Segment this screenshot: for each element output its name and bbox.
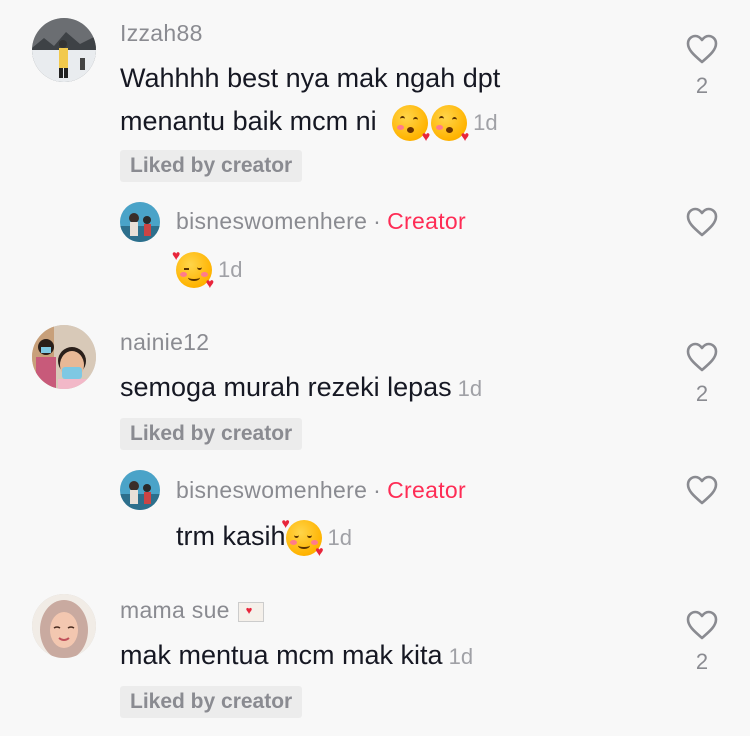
reply-username-text[interactable]: bisneswomenhere (176, 208, 367, 234)
reply-username[interactable]: bisneswomenhere · Creator (176, 208, 466, 235)
smiling-hearts-emoji: ♥ ♥ (172, 246, 214, 291)
comment-username[interactable]: nainie12 (120, 329, 209, 356)
comment-text-content: menantu baik mcm ni (120, 106, 377, 136)
like-count: 2 (695, 649, 709, 674)
commenter-avatar[interactable] (32, 325, 96, 389)
kissing-heart-emoji: ♥ (392, 104, 430, 143)
reply-avatar[interactable] (120, 470, 160, 510)
reply-avatar[interactable] (120, 202, 160, 242)
reply-username-text[interactable]: bisneswomenhere (176, 477, 367, 503)
reply-time: 1d (218, 257, 243, 282)
reply-text: ♥ ♥ 1d (172, 246, 243, 291)
comment-text: semoga murah rezeki lepas 1d (120, 366, 482, 410)
comment-time: 1d (457, 376, 483, 401)
comment-text-line2: menantu baik mcm ni ♥ ♥ 1d (120, 100, 498, 144)
liked-by-creator-badge: Liked by creator (120, 150, 303, 182)
comment-text: Wahhhh best nya mak ngah dpt (120, 63, 501, 93)
kissing-heart-emoji: ♥ (431, 104, 469, 143)
creator-tag: Creator (387, 208, 466, 234)
comment-username[interactable]: Izzah88 (120, 20, 203, 47)
comment-username[interactable]: mama sue ♥ (120, 597, 264, 624)
like-heart-icon[interactable] (685, 33, 719, 65)
comment-text-content: mak mentua mcm mak kita (120, 640, 443, 670)
comment-text-content: semoga murah rezeki lepas (120, 372, 452, 402)
reply-text-content: trm kasih (176, 521, 286, 551)
creator-tag: Creator (387, 477, 466, 503)
smiling-hearts-emoji: ♥ ♥ (281, 514, 324, 559)
comment-text: mak mentua mcm mak kita 1d (120, 634, 473, 678)
comment-time: 1d (473, 110, 498, 135)
like-heart-icon[interactable] (685, 609, 719, 641)
like-heart-icon[interactable] (685, 474, 719, 506)
commenter-avatar[interactable] (32, 18, 96, 82)
liked-by-creator-badge: Liked by creator (120, 686, 303, 718)
like-heart-icon[interactable] (685, 341, 719, 373)
comment-time: 1d (448, 644, 474, 669)
reply-time: 1d (327, 525, 353, 550)
like-count: 2 (695, 73, 709, 98)
like-count: 2 (695, 381, 709, 406)
liked-by-creator-badge: Liked by creator (120, 418, 303, 450)
reply-username[interactable]: bisneswomenhere · Creator (176, 477, 466, 504)
love-letter-icon: ♥ (237, 601, 264, 622)
separator-dot: · (373, 208, 382, 234)
separator-dot: · (373, 477, 382, 503)
comment-username-text[interactable]: mama sue (120, 597, 230, 623)
commenter-avatar[interactable] (32, 594, 96, 658)
reply-text: trm kasih ♥ ♥ 1d (176, 515, 352, 559)
like-heart-icon[interactable] (685, 206, 719, 238)
